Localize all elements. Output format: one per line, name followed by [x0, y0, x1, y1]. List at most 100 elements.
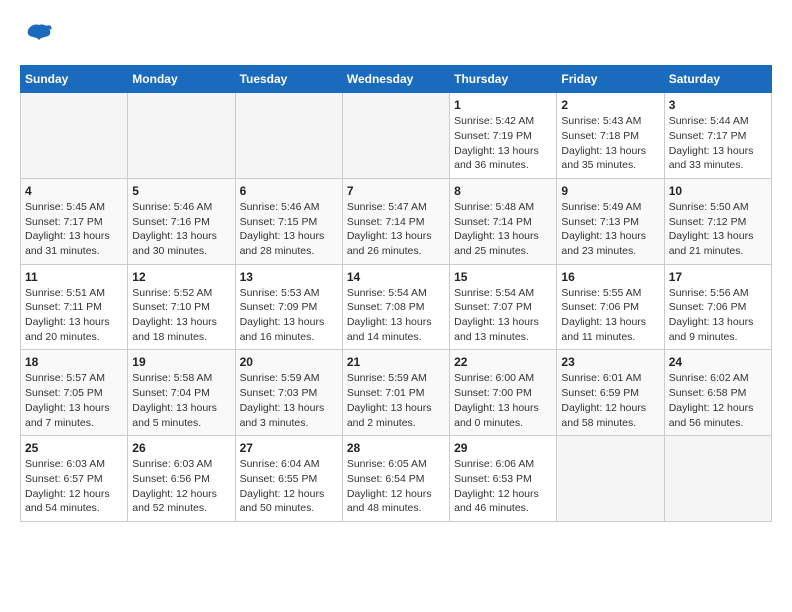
day-info: Sunrise: 5:52 AM Sunset: 7:10 PM Dayligh…: [132, 286, 230, 345]
day-number: 13: [240, 270, 338, 284]
day-info: Sunrise: 5:56 AM Sunset: 7:06 PM Dayligh…: [669, 286, 767, 345]
day-info: Sunrise: 6:04 AM Sunset: 6:55 PM Dayligh…: [240, 457, 338, 516]
day-number: 16: [561, 270, 659, 284]
day-number: 2: [561, 98, 659, 112]
day-info: Sunrise: 5:47 AM Sunset: 7:14 PM Dayligh…: [347, 200, 445, 259]
calendar-header-row: SundayMondayTuesdayWednesdayThursdayFrid…: [21, 66, 772, 93]
header-section: [20, 20, 772, 55]
day-number: 14: [347, 270, 445, 284]
day-number: 25: [25, 441, 123, 455]
calendar-cell: 11 Sunrise: 5:51 AM Sunset: 7:11 PM Dayli…: [21, 264, 128, 350]
column-header-sunday: Sunday: [21, 66, 128, 93]
calendar-table: SundayMondayTuesdayWednesdayThursdayFrid…: [20, 65, 772, 522]
day-number: 26: [132, 441, 230, 455]
calendar-week-row: 25 Sunrise: 6:03 AM Sunset: 6:57 PM Dayli…: [21, 436, 772, 522]
day-info: Sunrise: 6:00 AM Sunset: 7:00 PM Dayligh…: [454, 371, 552, 430]
column-header-wednesday: Wednesday: [342, 66, 449, 93]
day-info: Sunrise: 5:59 AM Sunset: 7:01 PM Dayligh…: [347, 371, 445, 430]
day-info: Sunrise: 5:42 AM Sunset: 7:19 PM Dayligh…: [454, 114, 552, 173]
calendar-cell: 20 Sunrise: 5:59 AM Sunset: 7:03 PM Dayli…: [235, 350, 342, 436]
calendar-cell: 18 Sunrise: 5:57 AM Sunset: 7:05 PM Dayli…: [21, 350, 128, 436]
calendar-cell: 23 Sunrise: 6:01 AM Sunset: 6:59 PM Dayli…: [557, 350, 664, 436]
calendar-cell: 10 Sunrise: 5:50 AM Sunset: 7:12 PM Dayli…: [664, 178, 771, 264]
calendar-cell: 27 Sunrise: 6:04 AM Sunset: 6:55 PM Dayli…: [235, 436, 342, 522]
day-info: Sunrise: 5:51 AM Sunset: 7:11 PM Dayligh…: [25, 286, 123, 345]
day-number: 10: [669, 184, 767, 198]
day-number: 19: [132, 355, 230, 369]
day-info: Sunrise: 5:59 AM Sunset: 7:03 PM Dayligh…: [240, 371, 338, 430]
day-number: 23: [561, 355, 659, 369]
day-info: Sunrise: 5:46 AM Sunset: 7:16 PM Dayligh…: [132, 200, 230, 259]
calendar-cell: 9 Sunrise: 5:49 AM Sunset: 7:13 PM Daylig…: [557, 178, 664, 264]
calendar-week-row: 4 Sunrise: 5:45 AM Sunset: 7:17 PM Daylig…: [21, 178, 772, 264]
day-number: 24: [669, 355, 767, 369]
day-number: 18: [25, 355, 123, 369]
column-header-thursday: Thursday: [450, 66, 557, 93]
calendar-cell: 19 Sunrise: 5:58 AM Sunset: 7:04 PM Dayli…: [128, 350, 235, 436]
day-number: 3: [669, 98, 767, 112]
day-info: Sunrise: 6:05 AM Sunset: 6:54 PM Dayligh…: [347, 457, 445, 516]
day-info: Sunrise: 5:44 AM Sunset: 7:17 PM Dayligh…: [669, 114, 767, 173]
day-number: 4: [25, 184, 123, 198]
day-info: Sunrise: 5:54 AM Sunset: 7:08 PM Dayligh…: [347, 286, 445, 345]
calendar-cell: 3 Sunrise: 5:44 AM Sunset: 7:17 PM Daylig…: [664, 93, 771, 179]
day-number: 8: [454, 184, 552, 198]
day-number: 28: [347, 441, 445, 455]
day-number: 21: [347, 355, 445, 369]
calendar-cell: 2 Sunrise: 5:43 AM Sunset: 7:18 PM Daylig…: [557, 93, 664, 179]
day-info: Sunrise: 5:50 AM Sunset: 7:12 PM Dayligh…: [669, 200, 767, 259]
day-number: 9: [561, 184, 659, 198]
day-info: Sunrise: 5:43 AM Sunset: 7:18 PM Dayligh…: [561, 114, 659, 173]
day-info: Sunrise: 6:01 AM Sunset: 6:59 PM Dayligh…: [561, 371, 659, 430]
calendar-cell: 5 Sunrise: 5:46 AM Sunset: 7:16 PM Daylig…: [128, 178, 235, 264]
calendar-cell: 6 Sunrise: 5:46 AM Sunset: 7:15 PM Daylig…: [235, 178, 342, 264]
day-info: Sunrise: 5:45 AM Sunset: 7:17 PM Dayligh…: [25, 200, 123, 259]
calendar-cell: 7Sunrise: 5:47 AM Sunset: 7:14 PM Daylig…: [342, 178, 449, 264]
day-info: Sunrise: 6:03 AM Sunset: 6:57 PM Dayligh…: [25, 457, 123, 516]
calendar-cell: 22 Sunrise: 6:00 AM Sunset: 7:00 PM Dayli…: [450, 350, 557, 436]
day-number: 11: [25, 270, 123, 284]
day-number: 29: [454, 441, 552, 455]
calendar-cell: 8 Sunrise: 5:48 AM Sunset: 7:14 PM Daylig…: [450, 178, 557, 264]
calendar-cell: [557, 436, 664, 522]
day-info: Sunrise: 6:03 AM Sunset: 6:56 PM Dayligh…: [132, 457, 230, 516]
calendar-cell: 15Sunrise: 5:54 AM Sunset: 7:07 PM Dayli…: [450, 264, 557, 350]
calendar-cell: 17 Sunrise: 5:56 AM Sunset: 7:06 PM Dayli…: [664, 264, 771, 350]
calendar-cell: [342, 93, 449, 179]
logo-bird-icon: [24, 20, 54, 50]
day-number: 27: [240, 441, 338, 455]
day-number: 20: [240, 355, 338, 369]
calendar-cell: 21 Sunrise: 5:59 AM Sunset: 7:01 PM Dayli…: [342, 350, 449, 436]
calendar-week-row: 18 Sunrise: 5:57 AM Sunset: 7:05 PM Dayli…: [21, 350, 772, 436]
day-info: Sunrise: 5:46 AM Sunset: 7:15 PM Dayligh…: [240, 200, 338, 259]
calendar-cell: 14 Sunrise: 5:54 AM Sunset: 7:08 PM Dayli…: [342, 264, 449, 350]
calendar-cell: 26 Sunrise: 6:03 AM Sunset: 6:56 PM Dayli…: [128, 436, 235, 522]
calendar-cell: 4 Sunrise: 5:45 AM Sunset: 7:17 PM Daylig…: [21, 178, 128, 264]
calendar-cell: [664, 436, 771, 522]
day-info: Sunrise: 5:53 AM Sunset: 7:09 PM Dayligh…: [240, 286, 338, 345]
calendar-cell: 29 Sunrise: 6:06 AM Sunset: 6:53 PM Dayli…: [450, 436, 557, 522]
calendar-cell: 13 Sunrise: 5:53 AM Sunset: 7:09 PM Dayli…: [235, 264, 342, 350]
column-header-friday: Friday: [557, 66, 664, 93]
column-header-tuesday: Tuesday: [235, 66, 342, 93]
day-info: Sunrise: 6:06 AM Sunset: 6:53 PM Dayligh…: [454, 457, 552, 516]
day-info: Sunrise: 5:58 AM Sunset: 7:04 PM Dayligh…: [132, 371, 230, 430]
day-number: 12: [132, 270, 230, 284]
day-info: Sunrise: 5:49 AM Sunset: 7:13 PM Dayligh…: [561, 200, 659, 259]
column-header-saturday: Saturday: [664, 66, 771, 93]
day-info: Sunrise: 5:57 AM Sunset: 7:05 PM Dayligh…: [25, 371, 123, 430]
column-header-monday: Monday: [128, 66, 235, 93]
calendar-week-row: 11 Sunrise: 5:51 AM Sunset: 7:11 PM Dayli…: [21, 264, 772, 350]
calendar-cell: 16Sunrise: 5:55 AM Sunset: 7:06 PM Dayli…: [557, 264, 664, 350]
day-number: 6: [240, 184, 338, 198]
day-number: 5: [132, 184, 230, 198]
day-number: 22: [454, 355, 552, 369]
calendar-cell: 24 Sunrise: 6:02 AM Sunset: 6:58 PM Dayli…: [664, 350, 771, 436]
day-info: Sunrise: 5:48 AM Sunset: 7:14 PM Dayligh…: [454, 200, 552, 259]
calendar-cell: 28 Sunrise: 6:05 AM Sunset: 6:54 PM Dayli…: [342, 436, 449, 522]
calendar-cell: [235, 93, 342, 179]
day-info: Sunrise: 6:02 AM Sunset: 6:58 PM Dayligh…: [669, 371, 767, 430]
day-number: 17: [669, 270, 767, 284]
calendar-cell: [128, 93, 235, 179]
logo: [20, 20, 54, 55]
